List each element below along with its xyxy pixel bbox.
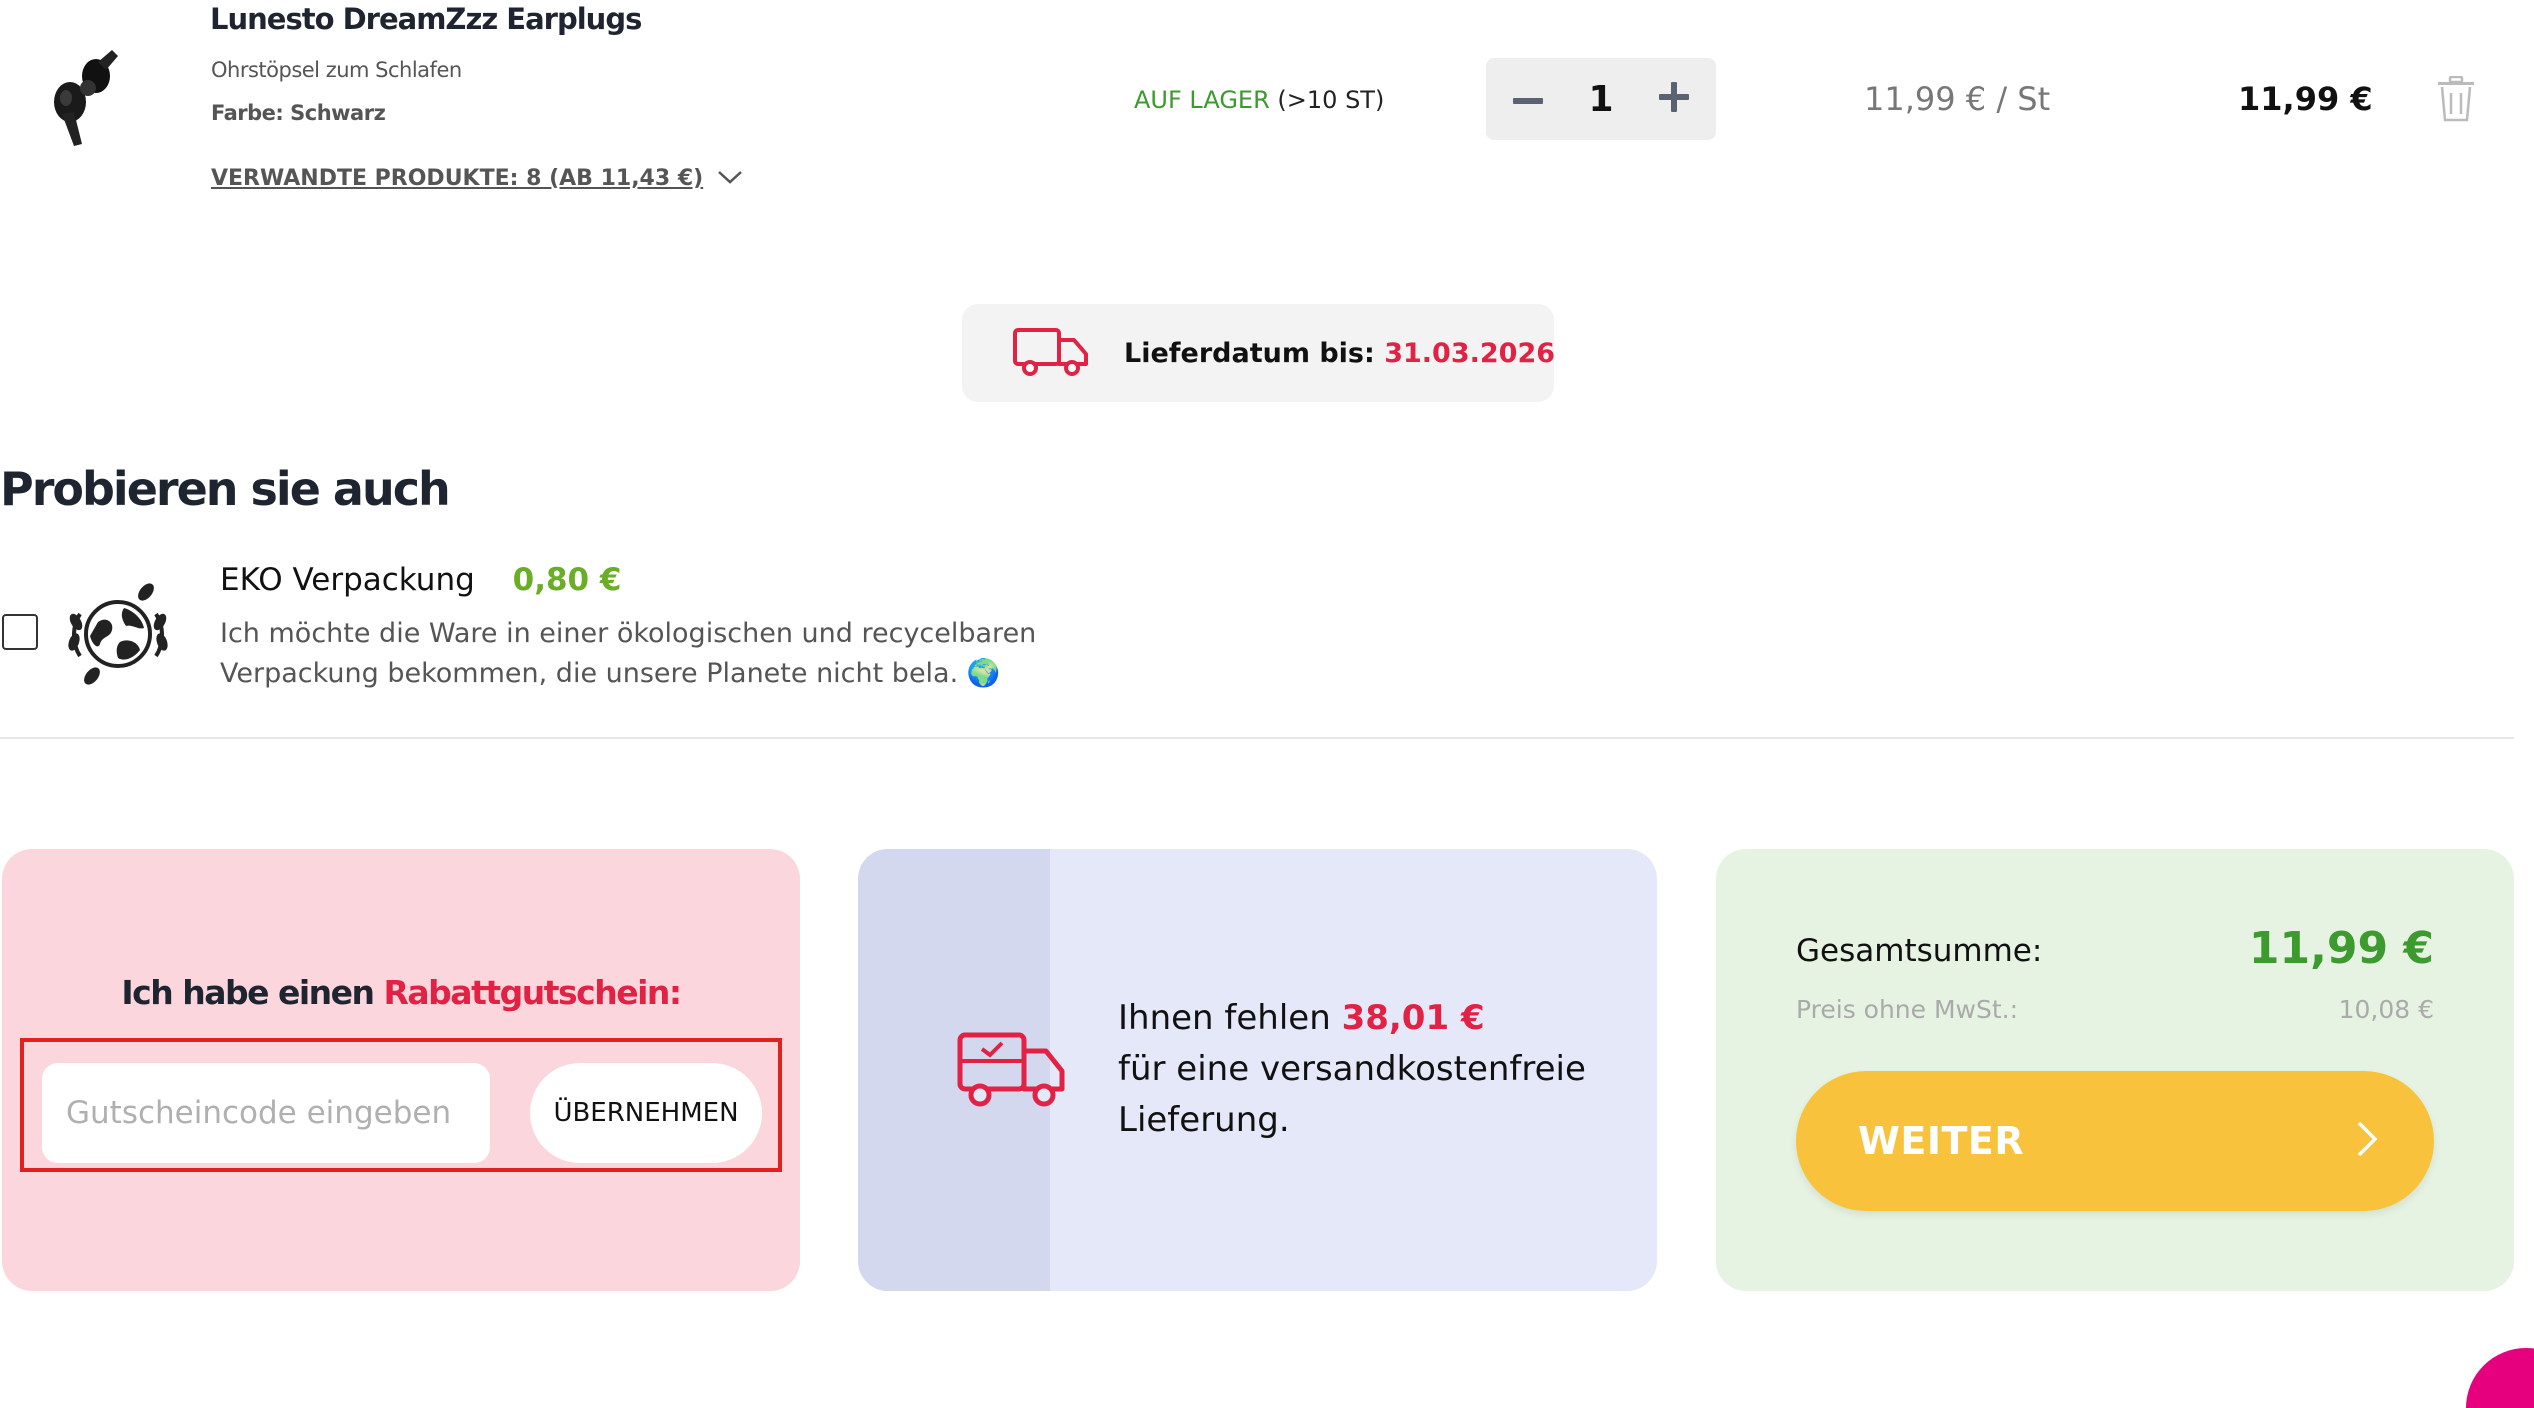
free-shipping-message: Ihnen fehlen 38,01 € für eine versandkos… xyxy=(1118,993,1586,1146)
delivery-date-banner: Lieferdatum bis: 31.03.2026 xyxy=(962,304,1555,402)
section-divider xyxy=(0,737,2514,739)
chat-widget-button[interactable] xyxy=(2466,1348,2534,1408)
quantity-value[interactable]: 1 xyxy=(1588,79,1613,120)
product-color: Farbe: Schwarz xyxy=(211,101,386,125)
decrease-quantity-button[interactable] xyxy=(1508,79,1548,119)
stock-status: AUF LAGER (>10 ST) xyxy=(1134,86,1384,114)
eko-packaging-name: EKO Verpackung xyxy=(220,562,475,598)
free-shipping-line1: Ihnen fehlen 38,01 € xyxy=(1118,993,1586,1044)
delivery-van-check-icon xyxy=(956,1027,1068,1117)
net-price-value: 10,08 € xyxy=(2338,995,2434,1024)
eko-packaging-title: EKO Verpackung 0,80 € xyxy=(220,562,622,598)
voucher-title-highlight: Rabattgutschein xyxy=(383,973,671,1012)
eko-packaging-checkbox[interactable] xyxy=(2,614,38,650)
eko-packaging-description: Ich möchte die Ware in einer ökologische… xyxy=(220,618,1037,689)
related-products-link[interactable]: VERWANDTE PRODUKTE: 8 (AB 11,43 €) xyxy=(211,166,743,191)
free-shipping-missing-amount: 38,01 € xyxy=(1341,998,1485,1038)
voucher-code-input[interactable] xyxy=(42,1063,490,1163)
free-shipping-line2: für eine versandkostenfreie xyxy=(1118,1049,1586,1089)
continue-button-label: WEITER xyxy=(1858,1119,2025,1163)
voucher-card: Ich habe einen Rabattgutschein: ÜBERNEHM… xyxy=(2,849,800,1291)
chevron-down-icon xyxy=(717,166,743,191)
eco-globe-icon xyxy=(62,578,174,690)
trash-icon[interactable] xyxy=(2436,75,2476,122)
product-subtitle: Ohrstöpsel zum Schlafen xyxy=(211,58,462,82)
net-price-label: Preis ohne MwSt.: xyxy=(1796,995,2019,1024)
increase-quantity-button[interactable] xyxy=(1654,79,1694,119)
eko-packaging-price: 0,80 € xyxy=(512,562,622,598)
line-total: 11,99 € xyxy=(2238,80,2373,118)
total-label: Gesamtsumme: xyxy=(1796,933,2043,969)
free-shipping-line3: Lieferung. xyxy=(1118,1100,1290,1140)
quantity-stepper: 1 xyxy=(1486,58,1716,140)
free-shipping-prefix: Ihnen fehlen xyxy=(1118,998,1342,1038)
voucher-title-suffix: : xyxy=(668,973,682,1012)
product-name[interactable]: Lunesto DreamZzz Earplugs xyxy=(210,2,642,36)
delivery-date-text: Lieferdatum bis: 31.03.2026 xyxy=(1124,338,1555,369)
total-value: 11,99 € xyxy=(2248,923,2434,974)
apply-voucher-button[interactable]: ÜBERNEHMEN xyxy=(530,1063,762,1163)
stock-status-label: AUF LAGER xyxy=(1134,86,1270,114)
related-products-label: VERWANDTE PRODUKTE: 8 (AB 11,43 €) xyxy=(211,166,704,191)
free-shipping-card: Ihnen fehlen 38,01 € für eine versandkos… xyxy=(858,849,1657,1291)
chevron-right-icon xyxy=(2356,1120,2378,1162)
voucher-title-prefix: Ich habe einen xyxy=(121,973,384,1012)
voucher-title: Ich habe einen Rabattgutschein: xyxy=(2,973,800,1012)
plus-icon xyxy=(1659,82,1689,116)
unit-price: 11,99 € / St xyxy=(1864,80,2051,118)
minus-icon xyxy=(1513,90,1543,109)
delivery-truck-icon xyxy=(1012,326,1090,380)
continue-button[interactable]: WEITER xyxy=(1796,1071,2434,1211)
stock-count: (>10 ST) xyxy=(1277,86,1385,114)
product-image[interactable] xyxy=(40,40,130,160)
delivery-date-value: 31.03.2026 xyxy=(1384,337,1556,369)
delivery-date-label: Lieferdatum bis: xyxy=(1124,337,1375,369)
order-summary-card: Gesamtsumme: 11,99 € Preis ohne MwSt.: 1… xyxy=(1716,849,2514,1291)
suggestions-title: Probieren sie auch xyxy=(0,462,451,516)
